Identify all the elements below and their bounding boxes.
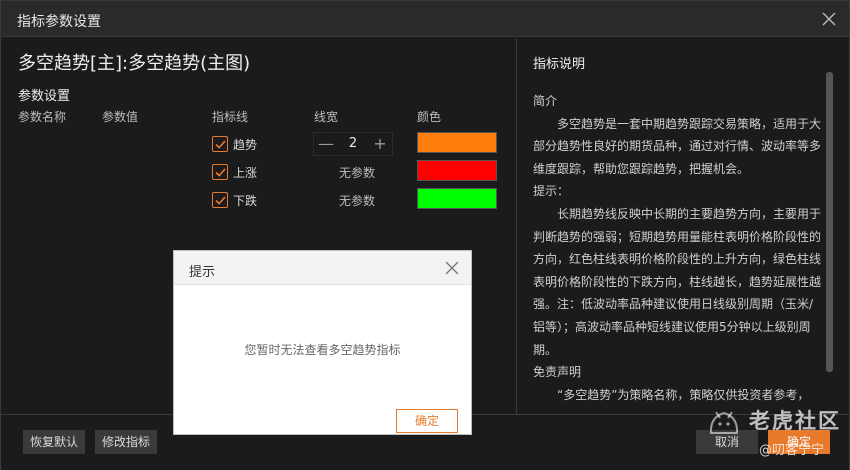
line-label: 上涨 xyxy=(233,166,258,180)
titlebar: 指标参数设置 xyxy=(1,1,849,37)
help-title: 指标说明 xyxy=(533,57,586,72)
line-label: 下跌 xyxy=(233,194,258,208)
checkbox-fall[interactable] xyxy=(212,192,228,208)
close-icon[interactable] xyxy=(443,259,461,277)
indicator-name: 多空趋势[主]:多空趋势(主图) xyxy=(18,53,251,74)
no-param-text: 无参数 xyxy=(339,166,376,180)
help-pane: 指标说明 简介 多空趋势是一套中期趋势跟踪交易策略，适用于大部分趋势性良好的期货… xyxy=(516,38,849,414)
help-tip-heading: 提示： xyxy=(533,184,570,199)
notice-modal: 提示 您暂时无法查看多空趋势指标 确定 xyxy=(173,250,472,435)
help-scrollbar[interactable] xyxy=(826,72,833,372)
checkbox-rise[interactable] xyxy=(212,164,228,180)
line-width-value[interactable]: 2 xyxy=(334,136,372,151)
color-swatch-rise[interactable] xyxy=(417,160,497,181)
modify-indicator-button[interactable]: 修改指标 xyxy=(95,430,157,454)
watermark: 老虎社区 @叨客宁宁 xyxy=(707,405,845,465)
col-header-param-name: 参数名称 xyxy=(18,110,67,124)
modal-ok-button[interactable]: 确定 xyxy=(396,409,458,433)
checkbox-trend[interactable] xyxy=(212,136,228,152)
watermark-user: @叨客宁宁 xyxy=(759,443,825,458)
plus-icon[interactable]: + xyxy=(370,133,390,155)
scrollbar-thumb[interactable] xyxy=(826,72,833,372)
check-icon xyxy=(215,196,226,205)
col-header-param-value: 参数值 xyxy=(102,110,139,124)
line-row-trend: 趋势 — 2 + xyxy=(1,132,515,156)
help-tip: 长期趋势线反映中长期的主要趋势方向，主要用于判断趋势的强弱；短期趋势用量能柱表明… xyxy=(533,206,822,357)
check-icon xyxy=(215,168,226,177)
color-swatch-trend[interactable] xyxy=(417,132,497,153)
tiger-logo-icon xyxy=(707,407,741,437)
help-intro: 多空趋势是一套中期趋势跟踪交易策略，适用于大部分趋势性良好的期货品种，通过对行情… xyxy=(533,116,822,176)
modal-message: 您暂时无法查看多空趋势指标 xyxy=(244,343,401,357)
help-disclaimer-heading: 免责声明 xyxy=(533,365,582,380)
check-icon xyxy=(215,140,226,149)
minus-icon[interactable]: — xyxy=(316,133,336,155)
modal-header: 提示 xyxy=(174,251,471,285)
col-header-color: 颜色 xyxy=(417,110,442,124)
line-width-stepper[interactable]: — 2 + xyxy=(313,132,393,156)
line-row-rise: 上涨 无参数 xyxy=(1,160,515,184)
indicator-settings-window: 指标参数设置 多空趋势[主]:多空趋势(主图) 参数设置 参数名称 参数值 指标… xyxy=(0,0,850,470)
color-swatch-fall[interactable] xyxy=(417,188,497,209)
restore-default-button[interactable]: 恢复默认 xyxy=(23,430,85,454)
line-label: 趋势 xyxy=(233,138,258,152)
help-disclaimer: “多空趋势”为策略名称，策略仅供投资者参考， xyxy=(557,387,810,402)
modal-title: 提示 xyxy=(189,265,216,280)
line-row-fall: 下跌 无参数 xyxy=(1,188,515,212)
close-icon[interactable] xyxy=(819,9,839,29)
help-intro-heading: 简介 xyxy=(533,94,558,108)
watermark-brand: 老虎社区 xyxy=(749,409,841,433)
window-title: 指标参数设置 xyxy=(17,14,101,30)
col-header-width: 线宽 xyxy=(314,110,339,124)
no-param-text: 无参数 xyxy=(339,194,376,208)
help-body: 简介 多空趋势是一套中期趋势跟踪交易策略，适用于大部分趋势性良好的期货品种，通过… xyxy=(533,90,825,406)
col-header-line: 指标线 xyxy=(212,110,249,124)
params-section-title: 参数设置 xyxy=(18,89,71,104)
